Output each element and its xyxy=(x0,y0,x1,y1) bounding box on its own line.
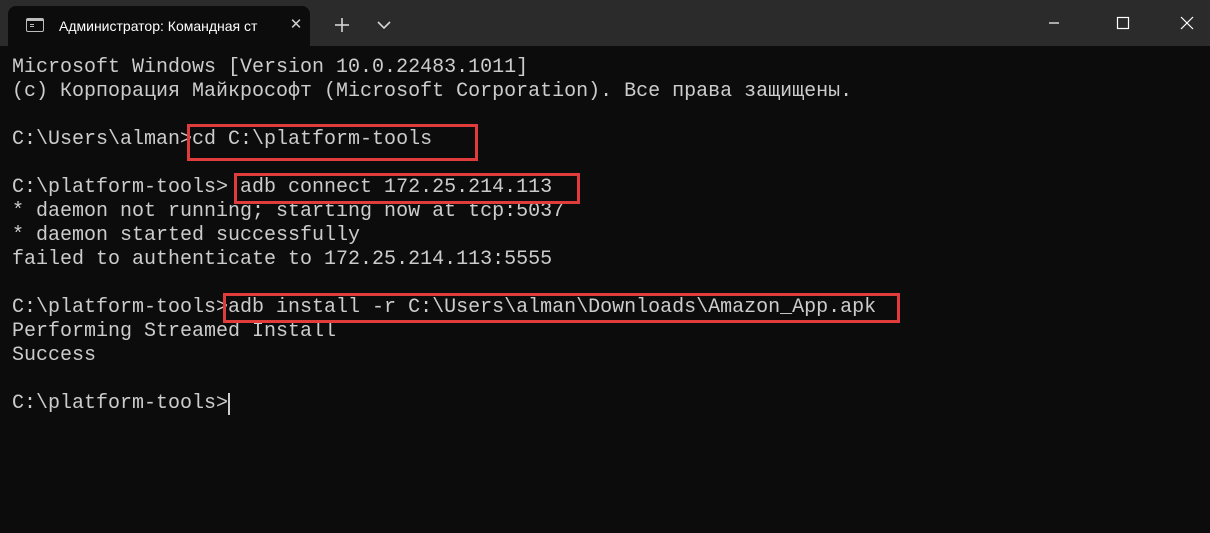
text-cursor xyxy=(228,393,230,415)
tab-close-icon[interactable]: ✕ xyxy=(286,15,306,35)
tab-command-prompt[interactable]: Администратор: Командная ст ✕ xyxy=(8,6,310,46)
console-line-auth-failed: failed to authenticate to 172.25.214.113… xyxy=(12,248,553,271)
console-output[interactable]: Microsoft Windows [Version 10.0.22483.10… xyxy=(0,46,1210,533)
new-tab-button[interactable] xyxy=(325,12,359,38)
tab-dropdown-button[interactable] xyxy=(369,12,399,38)
minimize-icon xyxy=(1049,22,1059,24)
title-bar: Администратор: Командная ст ✕ xyxy=(0,0,1210,46)
highlight-box-adb-connect xyxy=(234,173,580,204)
highlight-box-cd xyxy=(187,124,478,161)
maximize-button[interactable] xyxy=(1100,0,1146,46)
terminal-icon xyxy=(26,18,44,32)
highlight-box-adb-install xyxy=(223,293,900,323)
plus-icon xyxy=(335,18,349,32)
minimize-button[interactable] xyxy=(1031,0,1077,46)
console-line-success: Success xyxy=(12,344,97,367)
chevron-down-icon xyxy=(377,21,391,30)
console-line-copyright: (c) Корпорация Майкрософт (Microsoft Cor… xyxy=(12,80,853,103)
console-line-daemon-started: * daemon started successfully xyxy=(12,224,361,247)
tab-title: Администратор: Командная ст xyxy=(59,18,258,34)
terminal-window: Администратор: Командная ст ✕ Microsoft … xyxy=(0,0,1210,533)
console-line-version: Microsoft Windows [Version 10.0.22483.10… xyxy=(12,56,529,79)
close-button[interactable] xyxy=(1164,0,1210,46)
console-line-prompt: C:\platform-tools> xyxy=(12,392,229,415)
close-icon xyxy=(1180,16,1194,30)
console-line-performing-install: Performing Streamed Install xyxy=(12,320,337,343)
maximize-icon xyxy=(1116,16,1130,30)
